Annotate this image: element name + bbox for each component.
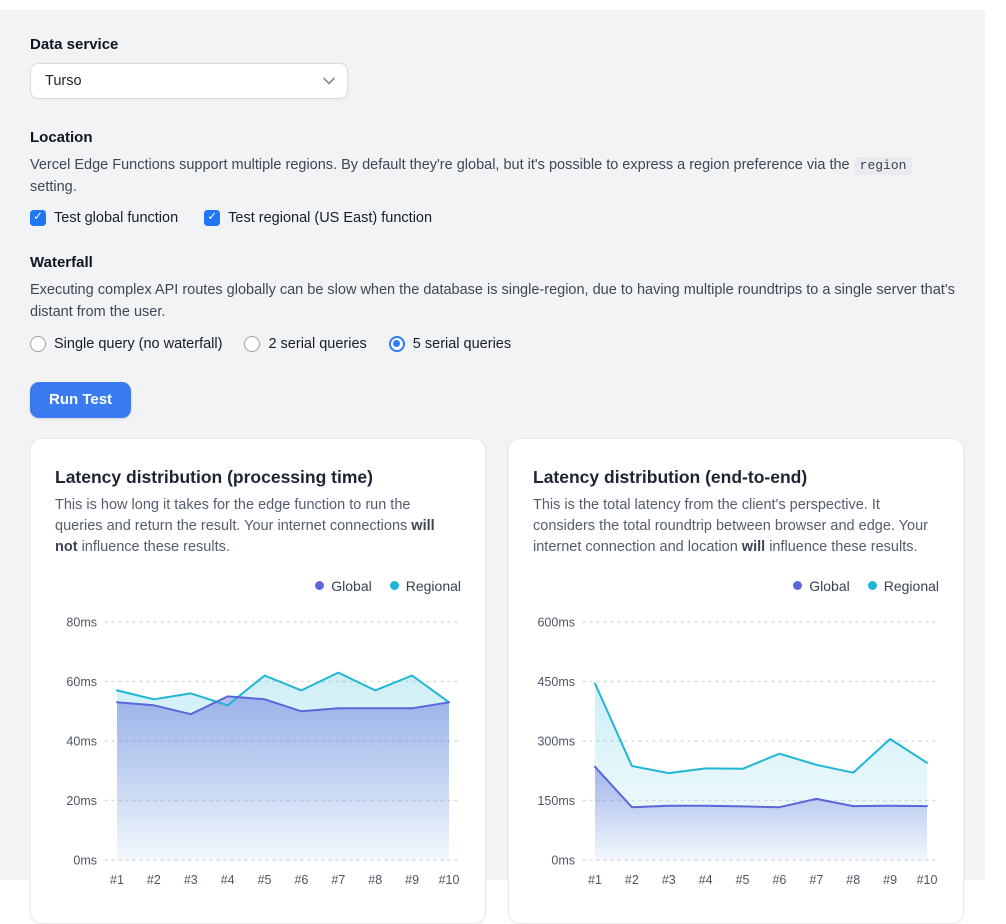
legend-item-global: Global: [793, 578, 849, 594]
radio-unchecked-icon: [244, 336, 260, 352]
card-description-text: This is how long it takes for the edge f…: [55, 497, 411, 534]
card-description-tail: influence these results.: [78, 539, 230, 555]
regional-series-dot-icon: [390, 581, 399, 590]
svg-text:#1: #1: [588, 873, 602, 887]
svg-text:#4: #4: [221, 873, 235, 887]
svg-text:#9: #9: [883, 873, 897, 887]
legend-item-regional: Regional: [868, 578, 939, 594]
checkbox-label: Test regional (US East) function: [228, 210, 432, 226]
svg-text:#1: #1: [110, 873, 124, 887]
checkbox-checked-icon: ✓: [30, 210, 46, 226]
radio-label: 5 serial queries: [413, 336, 511, 352]
card-latency-end-to-end: Latency distribution (end-to-end) This i…: [508, 438, 964, 924]
region-code-chip: region: [854, 157, 913, 175]
chart-legend: Global Regional: [533, 578, 939, 594]
svg-text:#8: #8: [368, 873, 382, 887]
svg-text:#2: #2: [147, 873, 161, 887]
svg-text:0ms: 0ms: [73, 853, 97, 867]
card-description-bold: will: [742, 539, 765, 555]
svg-text:60ms: 60ms: [66, 675, 97, 689]
card-title: Latency distribution (end-to-end): [533, 467, 939, 488]
waterfall-heading: Waterfall: [30, 254, 955, 271]
card-description: This is the total latency from the clien…: [533, 495, 931, 558]
svg-text:#3: #3: [184, 873, 198, 887]
waterfall-description: Executing complex API routes globally ca…: [30, 279, 955, 324]
svg-text:#4: #4: [699, 873, 713, 887]
location-description: Vercel Edge Functions support multiple r…: [30, 154, 955, 199]
legend-label: Regional: [406, 578, 461, 594]
radio-single-query[interactable]: Single query (no waterfall): [30, 336, 222, 352]
legend-label: Global: [331, 578, 371, 594]
waterfall-radio-group: Single query (no waterfall) 2 serial que…: [30, 336, 955, 352]
svg-text:150ms: 150ms: [537, 794, 575, 808]
svg-text:#6: #6: [772, 873, 786, 887]
card-latency-processing: Latency distribution (processing time) T…: [30, 438, 486, 924]
legend-label: Global: [809, 578, 849, 594]
radio-label: Single query (no waterfall): [54, 336, 222, 352]
svg-text:#8: #8: [846, 873, 860, 887]
global-series-dot-icon: [315, 581, 324, 590]
svg-text:#7: #7: [331, 873, 345, 887]
svg-text:300ms: 300ms: [537, 734, 575, 748]
radio-2-serial-queries[interactable]: 2 serial queries: [244, 336, 366, 352]
svg-text:450ms: 450ms: [537, 675, 575, 689]
data-service-selected-value: Turso: [45, 73, 82, 89]
svg-text:20ms: 20ms: [66, 794, 97, 808]
svg-text:#6: #6: [294, 873, 308, 887]
latency-processing-chart: 0ms 20ms 40ms 60ms 80ms #1 #2 #3 #4 #5 #6 #7 #8 #9 #10: [55, 602, 465, 898]
radio-checked-icon: [389, 336, 405, 352]
checkbox-test-global-function[interactable]: ✓ Test global function: [30, 210, 178, 226]
svg-text:#10: #10: [439, 873, 460, 887]
svg-text:600ms: 600ms: [537, 615, 575, 629]
data-service-select[interactable]: Turso: [30, 63, 348, 99]
location-heading: Location: [30, 129, 955, 146]
svg-text:#9: #9: [405, 873, 419, 887]
run-test-button[interactable]: Run Test: [30, 382, 131, 418]
checkbox-label: Test global function: [54, 210, 178, 226]
svg-text:#5: #5: [258, 873, 272, 887]
regional-series-dot-icon: [868, 581, 877, 590]
chevron-down-icon: [323, 77, 335, 85]
location-description-text: Vercel Edge Functions support multiple r…: [30, 157, 854, 173]
app-panel: Data service Turso Location Vercel Edge …: [0, 10, 985, 880]
card-title: Latency distribution (processing time): [55, 467, 461, 488]
svg-text:0ms: 0ms: [551, 853, 575, 867]
svg-text:#10: #10: [917, 873, 938, 887]
chart-legend: Global Regional: [55, 578, 461, 594]
checkbox-checked-icon: ✓: [204, 210, 220, 226]
legend-label: Regional: [884, 578, 939, 594]
checkbox-test-regional-function[interactable]: ✓ Test regional (US East) function: [204, 210, 432, 226]
svg-text:#5: #5: [736, 873, 750, 887]
data-service-heading: Data service: [30, 36, 955, 53]
legend-item-global: Global: [315, 578, 371, 594]
radio-label: 2 serial queries: [268, 336, 366, 352]
svg-text:40ms: 40ms: [66, 734, 97, 748]
card-description: This is how long it takes for the edge f…: [55, 495, 453, 558]
legend-item-regional: Regional: [390, 578, 461, 594]
global-series-dot-icon: [793, 581, 802, 590]
radio-unchecked-icon: [30, 336, 46, 352]
location-checkbox-group: ✓ Test global function ✓ Test regional (…: [30, 210, 955, 226]
radio-5-serial-queries[interactable]: 5 serial queries: [389, 336, 511, 352]
svg-text:80ms: 80ms: [66, 615, 97, 629]
svg-text:#2: #2: [625, 873, 639, 887]
location-description-tail: setting.: [30, 179, 77, 195]
latency-end-to-end-chart: 0ms 150ms 300ms 450ms 600ms #1 #2 #3 #4 #5 #6 #7 #8 #…: [533, 602, 943, 898]
svg-text:#7: #7: [809, 873, 823, 887]
svg-text:#3: #3: [662, 873, 676, 887]
charts-row: Latency distribution (processing time) T…: [30, 438, 955, 924]
card-description-tail: influence these results.: [765, 539, 917, 555]
